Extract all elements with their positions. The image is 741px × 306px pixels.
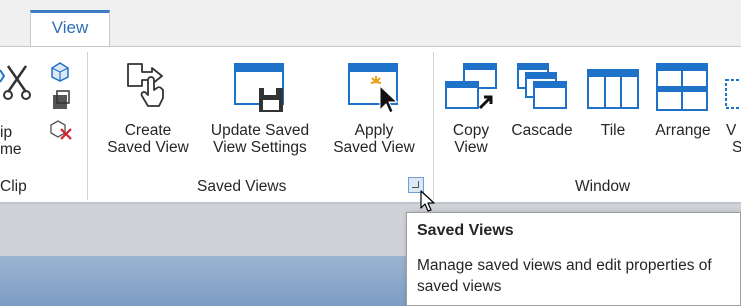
cascade-icon: [516, 62, 570, 116]
clip-label-line2: me: [0, 141, 22, 158]
update-saved-view-icon: [232, 60, 288, 118]
tooltip-title: Saved Views: [417, 222, 514, 239]
tooltip-description: Manage saved views and edit properties o…: [417, 257, 712, 295]
arrange-icon: [655, 62, 711, 116]
partial-label-line1: V: [726, 122, 737, 139]
copy-view-button[interactable]: Copy View: [440, 56, 502, 174]
tile-button[interactable]: Tile: [582, 56, 644, 174]
group-label-window: Window: [575, 178, 631, 195]
group-separator: [433, 52, 434, 200]
tile-icon: [586, 62, 640, 116]
clip-volume-icon[interactable]: [48, 60, 74, 82]
create-saved-view-icon: [120, 58, 176, 116]
mouse-pointer-icon: [420, 190, 436, 219]
group-label-clip: Clip: [0, 178, 27, 195]
window-partial-button[interactable]: V S: [722, 56, 741, 174]
clip-label-line1: ip: [0, 124, 13, 141]
cascade-button[interactable]: Cascade: [502, 56, 582, 174]
tab-view[interactable]: View: [30, 10, 110, 47]
create-label-line1: Create: [124, 122, 172, 139]
update-label-line2: View Settings: [213, 139, 307, 156]
copy-label-line2: View: [454, 139, 488, 156]
arrange-button[interactable]: Arrange: [644, 56, 722, 174]
clip-volume-partial-label[interactable]: ip me: [0, 124, 40, 158]
tile-label: Tile: [600, 122, 626, 139]
partial-label-line2: S: [732, 139, 741, 156]
update-saved-view-settings-button[interactable]: Update Saved View Settings: [200, 56, 320, 174]
cascade-label: Cascade: [511, 122, 573, 139]
clip-clear-icon[interactable]: [48, 118, 74, 140]
arrange-label: Arrange: [655, 122, 711, 139]
window-partial-icon: [724, 78, 741, 116]
apply-label-line2: Saved View: [333, 139, 415, 156]
clip-mask-icon[interactable]: [48, 90, 74, 112]
apply-saved-view-icon: [346, 60, 402, 118]
group-label-saved-views: Saved Views: [197, 178, 287, 195]
update-label-line1: Update Saved: [210, 122, 310, 139]
clip-cut-icon[interactable]: [0, 62, 34, 102]
ribbon-tab-strip: View: [0, 0, 741, 47]
copy-view-icon: [444, 62, 500, 116]
group-separator: [87, 52, 88, 200]
copy-label-line1: Copy: [452, 122, 490, 139]
saved-views-tooltip: Saved Views Manage saved views and edit …: [406, 212, 741, 306]
create-saved-view-button[interactable]: Create Saved View: [96, 56, 200, 174]
apply-label-line1: Apply: [354, 122, 394, 139]
apply-saved-view-button[interactable]: Apply Saved View: [322, 56, 426, 174]
create-label-line2: Saved View: [107, 139, 189, 156]
